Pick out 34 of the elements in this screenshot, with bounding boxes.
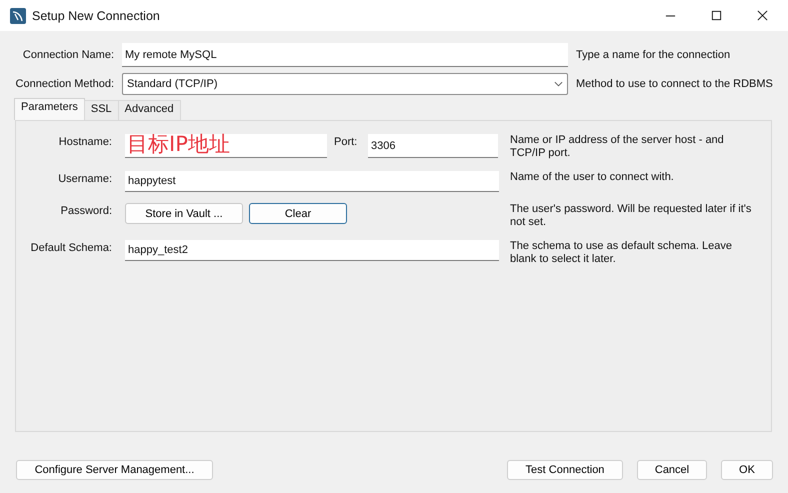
dialog-button[interactable]: OK (721, 460, 773, 480)
hostname-field[interactable]: 目标IP地址 (125, 134, 327, 158)
port-field[interactable]: 3306 (368, 134, 498, 158)
chevron-down-icon (554, 81, 563, 87)
field-label: Hostname: (58, 135, 112, 148)
close-icon[interactable] (757, 10, 768, 21)
field-label: Username: (57, 172, 112, 185)
connection-name-field[interactable]: My remote MySQL (122, 43, 568, 67)
tab[interactable]: SSL (84, 100, 119, 120)
field-label: Connection Method: (14, 78, 114, 90)
dialog-button[interactable]: Cancel (637, 460, 707, 480)
tab[interactable]: Advanced (118, 100, 181, 120)
help-text: The user's password. Will be requested later if it's not set. (510, 203, 752, 229)
help-text: Method to use to connect to the RDBMS (576, 78, 773, 90)
tab[interactable]: Parameters (14, 98, 85, 120)
help-text: Name of the user to connect with. (510, 171, 675, 184)
clear-button[interactable]: Clear (249, 203, 347, 224)
annotation-text: 目标IP地址 (127, 131, 230, 158)
maximize-icon[interactable] (711, 10, 722, 21)
default-schema-field[interactable]: happy_test2 (125, 240, 499, 261)
help-text: The schema to use as default schema. Leave blank to select it later. (510, 240, 733, 266)
connection-method-dropdown[interactable]: Standard (TCP/IP) (122, 73, 568, 95)
field-label: Password: (60, 204, 112, 217)
help-text: Type a name for the connection (576, 49, 730, 61)
window-title: Setup New Connection (32, 8, 160, 22)
field-label: Default Schema: (30, 241, 112, 254)
store-in-vault-button[interactable]: Store in Vault ... (125, 203, 243, 224)
configure-server-management-button[interactable]: Configure Server Management... (16, 460, 213, 480)
field-label: Connection Name: (22, 49, 114, 61)
app-logo-icon (10, 8, 26, 24)
help-text: Name or IP address of the server host - and TCP/IP port. (510, 134, 725, 160)
field-label: Port: (334, 135, 358, 148)
dialog-button[interactable]: Test Connection (507, 460, 623, 480)
username-field[interactable]: happytest (125, 171, 499, 192)
